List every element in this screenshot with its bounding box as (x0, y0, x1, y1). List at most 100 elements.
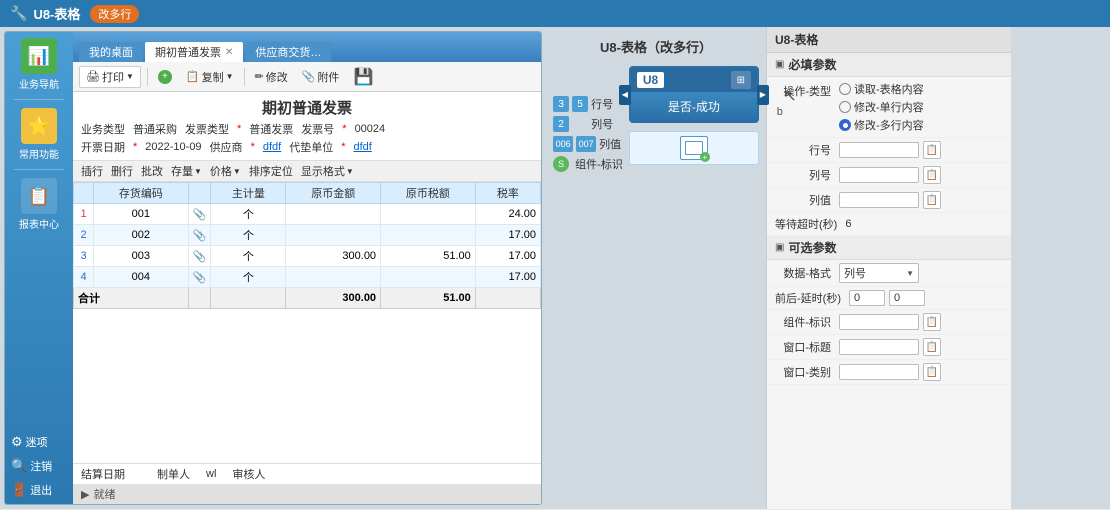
invoice-type-label: 发票类型 (185, 121, 229, 137)
window-title-row: 窗口-标题 📋 (767, 335, 1011, 360)
toolbar-price[interactable]: 价格▼ (210, 163, 241, 179)
top-bar-badge[interactable]: 改多行 (90, 5, 139, 23)
sidebar-report-label: 报表中心 (19, 216, 59, 231)
radio-read[interactable]: 读取-表格内容 (839, 81, 924, 97)
delay-before-input[interactable] (849, 290, 885, 306)
connector-label-1: 行号 (591, 96, 613, 112)
tab-invoice[interactable]: 期初普通发票 ✕ (145, 42, 243, 62)
modify-button[interactable]: ✏ 修改 (251, 67, 292, 87)
optional-section-label: 可选参数 (788, 239, 836, 256)
delay-after-input[interactable] (889, 290, 925, 306)
table-row: 3 003 📎 个 300.00 51.00 17.00 (74, 246, 541, 267)
delay-row: 前后-延时(秒) (767, 287, 1011, 310)
table-row: 1 001 📎 个 24.00 (74, 204, 541, 225)
toolbar-insert[interactable]: 插行 (81, 163, 103, 179)
col-num-label: 列号 (775, 167, 835, 183)
component-id-input[interactable] (839, 314, 919, 330)
toolbar-batch[interactable]: 批改 (141, 163, 163, 179)
sidebar-item-settings[interactable]: ⚙迷项 (11, 434, 67, 450)
data-format-select[interactable]: 列号 ▼ (839, 263, 919, 283)
wait-timeout-row: 等待超时(秒) 6 (767, 213, 1011, 236)
col-value-label: 列值 (775, 192, 835, 208)
top-bar-title: U8-表格 (33, 4, 80, 23)
optional-section-toggle: ▣ (775, 242, 784, 253)
tab-my-desktop-label: 我的桌面 (89, 47, 133, 59)
radio-modify-multi[interactable]: 修改-多行内容 (839, 117, 924, 133)
window-type-icon-btn[interactable]: 📋 (923, 363, 941, 381)
radio-modify-single[interactable]: 修改-单行内容 (839, 99, 924, 115)
table-row: 4 004 📎 个 17.00 (74, 267, 541, 288)
data-format-row: 数据-格式 列号 ▼ (767, 260, 1011, 287)
optional-section-header[interactable]: ▣ 可选参数 (767, 236, 1011, 260)
data-format-label: 数据-格式 (775, 265, 835, 281)
col-num-input[interactable] (839, 167, 919, 183)
pencil-icon: ✏ (255, 70, 264, 83)
attachment-icon: 📎 (302, 70, 316, 83)
col-num-icon-btn[interactable]: 📋 (923, 166, 941, 184)
tab-invoice-label: 期初普通发票 (155, 44, 221, 60)
sidebar-item-nav[interactable]: 📊 业务导航 (19, 38, 59, 91)
node-left-btn[interactable]: ◀ (619, 85, 631, 105)
date-value: 2022-10-09 (145, 141, 201, 153)
top-bar-icon: 🔧 (10, 5, 27, 22)
status-bar: ▶ 就绪 (73, 484, 541, 504)
col-amount: 原币金额 (286, 183, 381, 204)
toolbar-delete[interactable]: 删行 (111, 163, 133, 179)
toolbar-format[interactable]: 显示格式▼ (301, 163, 354, 179)
required-section-header[interactable]: ▣ 必填参数 (767, 53, 1011, 77)
node-action-btn[interactable]: ⊞ (731, 71, 751, 89)
sidebar-exit-label: 退出 (30, 482, 52, 498)
sidebar-item-favorite[interactable]: ⭐ 常用功能 (19, 108, 59, 161)
window-title-icon-btn[interactable]: 📋 (923, 338, 941, 356)
sidebar-item-logout[interactable]: 🔍注销 (11, 458, 67, 474)
add-badge-icon: + (700, 152, 710, 162)
right-panel: U8-表格 ▣ 必填参数 操作-类型 读取-表格内容 修改-单行内容 (766, 27, 1011, 509)
page-title: 期初普通发票 (73, 92, 541, 121)
sidebar-favorite-label: 常用功能 (19, 146, 59, 161)
copy-label: 复制 (202, 69, 224, 85)
window-type-input[interactable] (839, 364, 919, 380)
table-row: 2 002 📎 个 17.00 (74, 225, 541, 246)
data-format-arrow: ▼ (906, 269, 914, 278)
component-id-icon-btn[interactable]: 📋 (923, 313, 941, 331)
status-text: 就绪 (93, 486, 115, 502)
biz-type-label: 业务类型 (81, 121, 125, 137)
forward-icon: ▶ (81, 488, 89, 501)
window-title-label: 窗口-标题 (775, 339, 835, 355)
supplier-label: 供应商 (210, 139, 243, 155)
connector-row-4: S 组件-标识 (553, 156, 623, 172)
node-title: 是否-成功 (668, 100, 720, 114)
modify-label: 修改 (266, 69, 288, 85)
row-num-icon-btn[interactable]: 📋 (923, 141, 941, 159)
print-button[interactable]: 🖨 打印 ▼ (79, 66, 141, 88)
copy-icon: 📋 (186, 70, 200, 83)
copy-button[interactable]: 📋 复制 ▼ (182, 67, 238, 87)
toolbar-stock[interactable]: 存量▼ (171, 163, 202, 179)
col-clip (188, 183, 211, 204)
consignee-value: dfdf (353, 141, 371, 153)
col-value-input[interactable] (839, 192, 919, 208)
toolbar-sort[interactable]: 排序定位 (249, 163, 293, 179)
tab-invoice-close[interactable]: ✕ (225, 47, 233, 58)
window-type-label: 窗口-类别 (775, 364, 835, 380)
attachment-button[interactable]: 📎 附件 (298, 67, 344, 87)
col-value-icon-btn[interactable]: 📋 (923, 191, 941, 209)
sidebar-item-exit[interactable]: 🚪退出 (11, 482, 67, 498)
sidebar-settings-label: 迷项 (26, 434, 48, 450)
window-title-input[interactable] (839, 339, 919, 355)
cursor-icon: ↖ (783, 86, 796, 106)
consignee-label: 代垫单位 (289, 139, 333, 155)
col-num-row: 列号 📋 (767, 163, 1011, 188)
sidebar-item-report[interactable]: 📋 报表中心 (19, 178, 59, 231)
invoice-num-label: 发票号 (301, 121, 334, 137)
col-value-row: 列值 📋 (767, 188, 1011, 213)
row-num-input[interactable] (839, 142, 919, 158)
right-panel-title: U8-表格 (767, 27, 1011, 53)
node-right-btn[interactable]: ▶ (757, 85, 769, 105)
save-button[interactable]: 💾 (349, 65, 377, 89)
flow-node: U8 ⊞ 是否-成功 ◀ ▶ b ↖ (629, 66, 759, 165)
supplier-value: dfdf (263, 141, 281, 153)
new-button[interactable]: + (154, 68, 176, 86)
tab-my-desktop[interactable]: 我的桌面 (79, 42, 143, 62)
tab-supplier[interactable]: 供应商交货… (245, 42, 331, 62)
